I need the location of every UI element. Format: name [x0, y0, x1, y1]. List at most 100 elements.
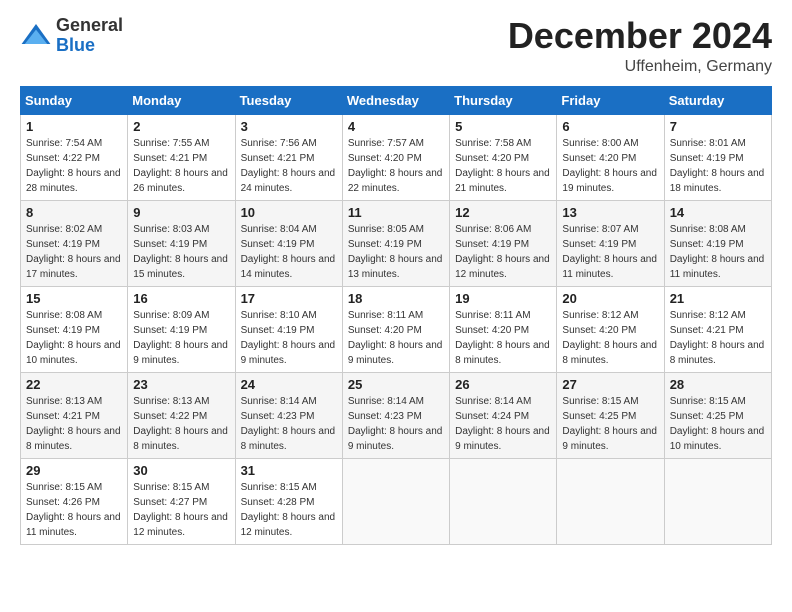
day-info: Sunrise: 8:02 AM Sunset: 4:19 PM Dayligh… [26, 222, 122, 282]
day-info: Sunrise: 8:00 AM Sunset: 4:20 PM Dayligh… [562, 136, 658, 196]
daylight-label: Daylight: 8 hours and 9 minutes. [455, 426, 550, 452]
sunrise-label: Sunrise: 8:14 AM [241, 396, 317, 407]
sunrise-label: Sunrise: 8:11 AM [348, 310, 423, 321]
header-thursday: Thursday [450, 86, 557, 114]
daylight-label: Daylight: 8 hours and 10 minutes. [670, 426, 765, 452]
sunset-label: Sunset: 4:19 PM [133, 325, 207, 336]
sunset-label: Sunset: 4:20 PM [348, 153, 422, 164]
day-number: 27 [562, 377, 658, 392]
sunset-label: Sunset: 4:23 PM [348, 411, 422, 422]
sunrise-label: Sunrise: 8:02 AM [26, 224, 102, 235]
day-number: 5 [455, 119, 551, 134]
sunrise-label: Sunrise: 7:56 AM [241, 138, 317, 149]
day-info: Sunrise: 8:15 AM Sunset: 4:25 PM Dayligh… [670, 394, 766, 454]
daylight-label: Daylight: 8 hours and 12 minutes. [133, 512, 228, 538]
sunset-label: Sunset: 4:19 PM [241, 325, 315, 336]
sunset-label: Sunset: 4:19 PM [133, 239, 207, 250]
calendar-cell: 9 Sunrise: 8:03 AM Sunset: 4:19 PM Dayli… [128, 200, 235, 286]
header-sunday: Sunday [21, 86, 128, 114]
day-number: 7 [670, 119, 766, 134]
sunrise-label: Sunrise: 8:04 AM [241, 224, 317, 235]
calendar-cell: 29 Sunrise: 8:15 AM Sunset: 4:26 PM Dayl… [21, 458, 128, 544]
day-info: Sunrise: 8:10 AM Sunset: 4:19 PM Dayligh… [241, 308, 337, 368]
sunset-label: Sunset: 4:19 PM [455, 239, 529, 250]
sunrise-label: Sunrise: 8:12 AM [670, 310, 746, 321]
day-number: 25 [348, 377, 444, 392]
day-number: 6 [562, 119, 658, 134]
calendar-cell: 26 Sunrise: 8:14 AM Sunset: 4:24 PM Dayl… [450, 372, 557, 458]
day-number: 23 [133, 377, 229, 392]
calendar-cell: 3 Sunrise: 7:56 AM Sunset: 4:21 PM Dayli… [235, 114, 342, 200]
calendar-cell: 27 Sunrise: 8:15 AM Sunset: 4:25 PM Dayl… [557, 372, 664, 458]
calendar-cell: 14 Sunrise: 8:08 AM Sunset: 4:19 PM Dayl… [664, 200, 771, 286]
daylight-label: Daylight: 8 hours and 13 minutes. [348, 254, 443, 280]
calendar-cell: 21 Sunrise: 8:12 AM Sunset: 4:21 PM Dayl… [664, 286, 771, 372]
daylight-label: Daylight: 8 hours and 9 minutes. [562, 426, 657, 452]
daylight-label: Daylight: 8 hours and 8 minutes. [241, 426, 336, 452]
title-block: December 2024 Uffenheim, Germany [508, 16, 772, 76]
daylight-label: Daylight: 8 hours and 8 minutes. [562, 340, 657, 366]
calendar-cell: 30 Sunrise: 8:15 AM Sunset: 4:27 PM Dayl… [128, 458, 235, 544]
day-info: Sunrise: 7:56 AM Sunset: 4:21 PM Dayligh… [241, 136, 337, 196]
day-info: Sunrise: 8:13 AM Sunset: 4:21 PM Dayligh… [26, 394, 122, 454]
day-number: 28 [670, 377, 766, 392]
day-number: 17 [241, 291, 337, 306]
day-info: Sunrise: 8:11 AM Sunset: 4:20 PM Dayligh… [455, 308, 551, 368]
sunrise-label: Sunrise: 7:57 AM [348, 138, 424, 149]
sunset-label: Sunset: 4:25 PM [670, 411, 744, 422]
sunset-label: Sunset: 4:19 PM [241, 239, 315, 250]
calendar-header-row: Sunday Monday Tuesday Wednesday Thursday… [21, 86, 772, 114]
day-number: 12 [455, 205, 551, 220]
day-number: 22 [26, 377, 122, 392]
sunset-label: Sunset: 4:28 PM [241, 497, 315, 508]
day-number: 24 [241, 377, 337, 392]
sunrise-label: Sunrise: 7:55 AM [133, 138, 209, 149]
day-number: 4 [348, 119, 444, 134]
daylight-label: Daylight: 8 hours and 15 minutes. [133, 254, 228, 280]
day-number: 8 [26, 205, 122, 220]
day-info: Sunrise: 8:15 AM Sunset: 4:26 PM Dayligh… [26, 480, 122, 540]
calendar-cell: 18 Sunrise: 8:11 AM Sunset: 4:20 PM Dayl… [342, 286, 449, 372]
sunrise-label: Sunrise: 8:07 AM [562, 224, 638, 235]
day-number: 26 [455, 377, 551, 392]
day-info: Sunrise: 8:15 AM Sunset: 4:27 PM Dayligh… [133, 480, 229, 540]
daylight-label: Daylight: 8 hours and 12 minutes. [455, 254, 550, 280]
sunrise-label: Sunrise: 8:10 AM [241, 310, 317, 321]
sunrise-label: Sunrise: 8:14 AM [348, 396, 424, 407]
day-number: 15 [26, 291, 122, 306]
sunrise-label: Sunrise: 8:15 AM [26, 482, 102, 493]
daylight-label: Daylight: 8 hours and 22 minutes. [348, 168, 443, 194]
sunset-label: Sunset: 4:19 PM [670, 239, 744, 250]
daylight-label: Daylight: 8 hours and 18 minutes. [670, 168, 765, 194]
calendar-cell: 15 Sunrise: 8:08 AM Sunset: 4:19 PM Dayl… [21, 286, 128, 372]
daylight-label: Daylight: 8 hours and 9 minutes. [133, 340, 228, 366]
calendar-cell: 10 Sunrise: 8:04 AM Sunset: 4:19 PM Dayl… [235, 200, 342, 286]
sunset-label: Sunset: 4:21 PM [133, 153, 207, 164]
day-info: Sunrise: 8:08 AM Sunset: 4:19 PM Dayligh… [26, 308, 122, 368]
day-number: 1 [26, 119, 122, 134]
sunset-label: Sunset: 4:22 PM [26, 153, 100, 164]
day-info: Sunrise: 8:06 AM Sunset: 4:19 PM Dayligh… [455, 222, 551, 282]
logo: General Blue [20, 16, 123, 56]
sunset-label: Sunset: 4:21 PM [241, 153, 315, 164]
sunset-label: Sunset: 4:20 PM [562, 325, 636, 336]
sunrise-label: Sunrise: 7:58 AM [455, 138, 531, 149]
week-row-2: 8 Sunrise: 8:02 AM Sunset: 4:19 PM Dayli… [21, 200, 772, 286]
sunrise-label: Sunrise: 8:13 AM [26, 396, 102, 407]
header-monday: Monday [128, 86, 235, 114]
daylight-label: Daylight: 8 hours and 24 minutes. [241, 168, 336, 194]
day-number: 13 [562, 205, 658, 220]
sunrise-label: Sunrise: 8:05 AM [348, 224, 424, 235]
calendar-cell: 23 Sunrise: 8:13 AM Sunset: 4:22 PM Dayl… [128, 372, 235, 458]
sunrise-label: Sunrise: 8:11 AM [455, 310, 530, 321]
day-info: Sunrise: 7:54 AM Sunset: 4:22 PM Dayligh… [26, 136, 122, 196]
daylight-label: Daylight: 8 hours and 8 minutes. [133, 426, 228, 452]
calendar-cell: 7 Sunrise: 8:01 AM Sunset: 4:19 PM Dayli… [664, 114, 771, 200]
calendar-cell: 19 Sunrise: 8:11 AM Sunset: 4:20 PM Dayl… [450, 286, 557, 372]
logo-text: General Blue [56, 16, 123, 56]
daylight-label: Daylight: 8 hours and 11 minutes. [562, 254, 657, 280]
calendar-cell: 5 Sunrise: 7:58 AM Sunset: 4:20 PM Dayli… [450, 114, 557, 200]
calendar-cell: 31 Sunrise: 8:15 AM Sunset: 4:28 PM Dayl… [235, 458, 342, 544]
header-tuesday: Tuesday [235, 86, 342, 114]
header-wednesday: Wednesday [342, 86, 449, 114]
